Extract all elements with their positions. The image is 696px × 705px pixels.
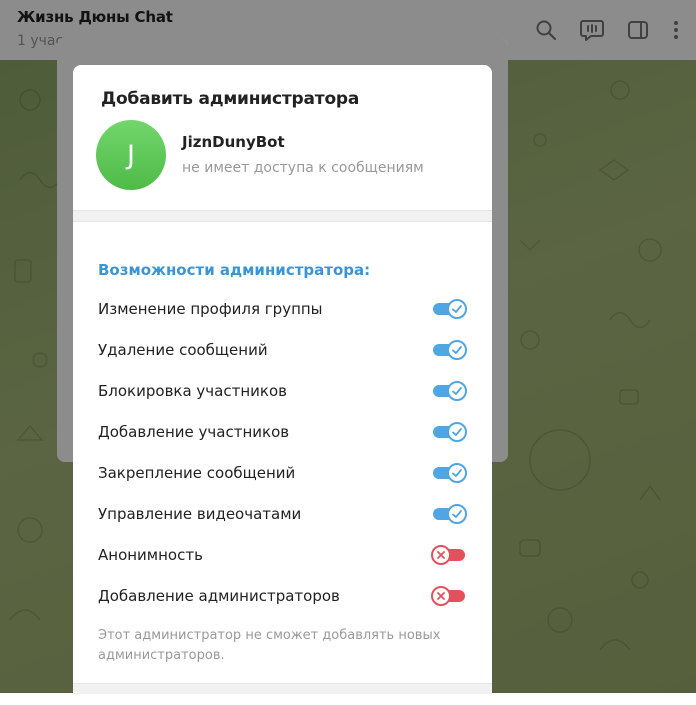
permission-toggle[interactable] xyxy=(432,504,468,524)
bot-status: не имеет доступа к сообщениям xyxy=(182,160,424,176)
check-icon xyxy=(447,463,467,483)
avatar-letter: J xyxy=(127,139,135,171)
permission-label: Управление видеочатами xyxy=(98,505,302,523)
permission-delete-messages[interactable]: Удаление сообщений xyxy=(73,330,492,371)
permission-toggle[interactable] xyxy=(432,422,468,442)
permission-pin-messages[interactable]: Закрепление сообщений xyxy=(73,453,492,494)
bot-name: JiznDunyBot xyxy=(182,133,285,151)
permission-toggle[interactable] xyxy=(432,463,468,483)
permission-manage-video-chats[interactable]: Управление видеочатами xyxy=(73,494,492,535)
admin-note: Этот администратор не сможет добавлять н… xyxy=(98,628,441,663)
permission-label: Добавление участников xyxy=(98,423,290,441)
permission-anonymous[interactable]: Анонимность xyxy=(73,535,492,576)
check-icon xyxy=(447,381,467,401)
check-icon xyxy=(447,422,467,442)
bot-avatar: J xyxy=(96,120,166,190)
permission-change-info[interactable]: Изменение профиля группы xyxy=(73,289,492,330)
permission-toggle[interactable] xyxy=(431,586,468,606)
admin-rights-title: Возможности администратора: xyxy=(98,261,371,279)
cross-icon xyxy=(431,586,451,606)
permission-toggle[interactable] xyxy=(432,381,468,401)
dialog-title: Добавить администратора xyxy=(101,89,360,109)
permission-label: Закрепление сообщений xyxy=(98,464,296,482)
section-divider xyxy=(73,210,492,222)
check-icon xyxy=(447,299,467,319)
add-admin-dialog: Добавить администратора J JiznDunyBot не… xyxy=(73,65,492,705)
check-icon xyxy=(447,340,467,360)
permission-toggle[interactable] xyxy=(431,545,468,565)
bottom-divider xyxy=(73,683,492,694)
permission-ban-users[interactable]: Блокировка участников xyxy=(73,371,492,412)
permission-toggle[interactable] xyxy=(432,299,468,319)
cross-icon xyxy=(431,545,451,565)
permission-label: Изменение профиля группы xyxy=(98,300,323,318)
permission-label: Анонимность xyxy=(98,546,203,564)
permission-label: Добавление администраторов xyxy=(98,587,340,605)
permission-invite-users[interactable]: Добавление участников xyxy=(73,412,492,453)
permission-toggle[interactable] xyxy=(432,340,468,360)
permission-add-admins[interactable]: Добавление администраторов xyxy=(73,576,492,617)
permission-label: Удаление сообщений xyxy=(98,341,268,359)
permission-label: Блокировка участников xyxy=(98,382,287,400)
check-icon xyxy=(447,504,467,524)
